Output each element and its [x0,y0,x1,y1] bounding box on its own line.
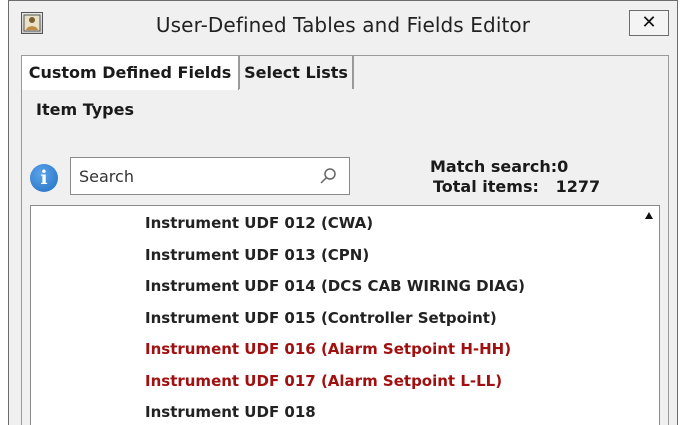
scroll-up-arrow-icon[interactable] [645,212,653,219]
editor-window: User-Defined Tables and Fields Editor ✕ … [8,0,678,425]
list-item[interactable]: Instrument UDF 017 (Alarm Setpoint L-LL) [145,372,502,390]
match-search-count: Match search:0 [430,157,569,176]
custom-fields-panel: Item Types i Match search:0 Total items:… [21,89,669,425]
list-item[interactable]: Instrument UDF 015 (Controller Setpoint) [145,309,497,327]
title-bar[interactable]: User-Defined Tables and Fields Editor ✕ [9,1,677,55]
info-icon[interactable]: i [30,164,58,192]
list-item[interactable]: Instrument UDF 013 (CPN) [145,246,369,264]
tab-strip: Custom Defined Fields Select Lists [21,55,669,90]
list-item[interactable]: Instrument UDF 018 [145,403,316,421]
list-item[interactable]: Instrument UDF 014 (DCS CAB WIRING DIAG) [145,277,525,295]
search-box[interactable] [70,157,350,195]
list-item[interactable]: Instrument UDF 016 (Alarm Setpoint H-HH) [145,340,511,358]
search-input[interactable] [79,158,309,194]
search-icon[interactable] [319,167,337,185]
search-stats: Match search:0 Total items: 1277 [430,157,600,197]
item-types-list[interactable]: Instrument UDF 012 (CWA) Instrument UDF 0… [30,205,660,425]
tab-custom-defined-fields[interactable]: Custom Defined Fields [21,55,239,90]
section-label: Item Types [36,100,134,119]
tab-strip-fill [353,55,669,89]
window-title: User-Defined Tables and Fields Editor [155,13,531,37]
total-items-count: Total items: 1277 [433,177,601,196]
tab-select-lists[interactable]: Select Lists [239,55,353,89]
list-item[interactable]: Instrument UDF 012 (CWA) [145,214,373,232]
close-button[interactable]: ✕ [629,10,669,36]
